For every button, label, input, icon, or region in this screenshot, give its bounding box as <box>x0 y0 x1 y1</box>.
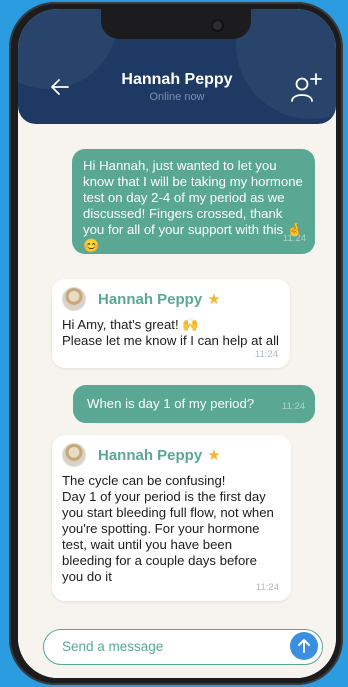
send-arrow-icon <box>298 639 310 653</box>
sender-name: Hannah Peppy <box>98 446 203 464</box>
message-time: 11:24 <box>282 233 306 244</box>
screen: Hannah Peppy Online now Hi Hannah, just … <box>18 9 336 678</box>
sender-name: Hannah Peppy <box>98 290 203 308</box>
message-text: When is day 1 of my period? <box>87 396 255 411</box>
notch <box>101 9 251 39</box>
send-button[interactable] <box>290 632 318 660</box>
message-text: The cycle can be confusing! Day 1 of you… <box>62 473 274 584</box>
message-bubble-incoming: Hannah Peppy ★ Hi Amy, that's great! 🙌 P… <box>52 279 290 368</box>
star-icon: ★ <box>207 447 221 464</box>
message-text: Hi Amy, that's great! 🙌 Please let me kn… <box>62 317 279 348</box>
sender-row: Hannah Peppy ★ <box>62 443 281 467</box>
message-bubble-incoming: Hannah Peppy ★ The cycle can be confusin… <box>52 435 291 601</box>
star-icon: ★ <box>207 291 221 308</box>
avatar[interactable] <box>62 287 86 311</box>
message-input[interactable] <box>62 630 282 663</box>
sender-row: Hannah Peppy ★ <box>62 287 280 311</box>
add-user-icon[interactable] <box>288 73 324 103</box>
message-time: 11:24 <box>281 401 305 412</box>
message-text: Hi Hannah, just wanted to let you know t… <box>83 158 304 253</box>
message-bubble-outgoing: When is day 1 of my period? 11:24 <box>73 385 315 423</box>
avatar[interactable] <box>62 443 86 467</box>
front-camera <box>213 21 222 30</box>
message-time: 11:24 <box>255 582 279 593</box>
message-input-container <box>43 629 323 665</box>
message-time: 11:24 <box>254 349 278 360</box>
message-bubble-outgoing: Hi Hannah, just wanted to let you know t… <box>72 149 315 254</box>
